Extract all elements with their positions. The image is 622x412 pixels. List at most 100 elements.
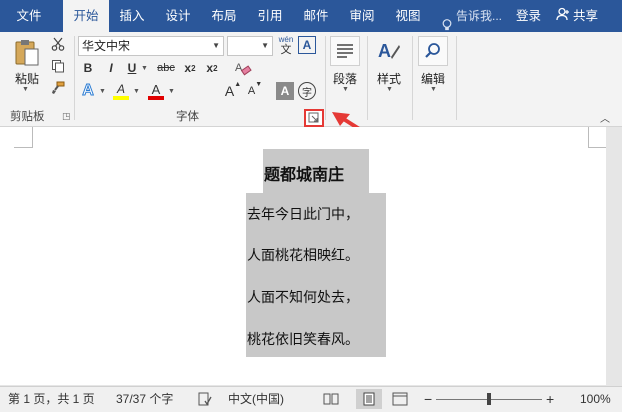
character-border-button[interactable]: A [298, 36, 316, 54]
font-name-value: 华文中宋 [82, 39, 131, 53]
subscript-x: x [184, 61, 192, 75]
paragraph-dropdown[interactable]: ▼ [342, 86, 349, 93]
tab-design[interactable]: 设计 [156, 0, 200, 32]
separator [456, 36, 457, 120]
vertical-scrollbar[interactable] [606, 127, 622, 385]
subscript-button[interactable]: x2 [181, 59, 199, 77]
phonetic-pinyin: wén [278, 35, 294, 44]
tab-file[interactable]: 文件 [6, 0, 52, 32]
zoom-in-button[interactable]: + [546, 387, 554, 411]
strikethrough-button[interactable]: abc [153, 59, 179, 77]
language-indicator[interactable]: 中文(中国) [228, 387, 284, 411]
shrink-font-button[interactable]: A ▼ [246, 81, 264, 101]
superscript-button[interactable]: x2 [203, 59, 221, 77]
down-caret-icon: ▼ [255, 81, 263, 88]
word-count[interactable]: 37/37 个字 [116, 387, 173, 411]
superscript-2: 2 [213, 63, 218, 73]
tell-me-text: 告诉我... [456, 9, 503, 23]
tab-insert[interactable]: 插入 [110, 0, 154, 32]
copy-button[interactable] [49, 57, 67, 75]
styles-button[interactable]: A [374, 36, 404, 66]
read-mode-icon[interactable] [323, 392, 339, 409]
editing-dropdown[interactable]: ▼ [430, 86, 437, 93]
enclose-characters-button[interactable]: 字 [298, 82, 316, 100]
text-effects-button[interactable]: A [79, 81, 97, 101]
format-painter-button[interactable] [49, 79, 67, 97]
subscript-2: 2 [191, 63, 196, 73]
search-icon [425, 43, 440, 58]
tab-layout[interactable]: 布局 [202, 0, 246, 32]
page-count[interactable]: 第 1 页，共 1 页 [8, 387, 95, 411]
proofing-icon[interactable] [198, 392, 212, 409]
chevron-down-icon: ▼ [261, 41, 269, 50]
grow-font-button[interactable]: A ▲ [224, 81, 242, 101]
tab-view[interactable]: 视图 [386, 0, 430, 32]
share-button[interactable]: 共享 [556, 0, 598, 32]
zoom-out-button[interactable]: − [424, 387, 432, 411]
enclose-characters-char: 字 [302, 87, 312, 99]
highlight-button[interactable]: A [111, 81, 131, 101]
clipboard-launcher[interactable]: ◳ [62, 111, 71, 122]
tab-references[interactable]: 引用 [248, 0, 292, 32]
text-effects-dropdown[interactable]: ▼ [99, 88, 106, 95]
poem-title: 题都城南庄 [264, 165, 345, 184]
phonetic-guide-button[interactable]: wén 文 [276, 35, 296, 57]
character-shading-button[interactable]: A [276, 82, 294, 100]
scissors-icon [51, 37, 65, 51]
person-icon [556, 1, 570, 33]
clipboard-icon [15, 40, 39, 66]
zoom-slider-thumb[interactable] [487, 393, 491, 405]
shrink-font-letter: A [247, 85, 256, 97]
phonetic-char: 文 [280, 44, 292, 56]
dialog-launcher-icon [308, 112, 319, 123]
paste-button[interactable] [8, 36, 46, 68]
underline-button[interactable]: U [123, 59, 141, 77]
bold-button[interactable]: B [79, 59, 97, 77]
character-border-letter: A [302, 38, 312, 52]
font-color-bar [148, 95, 164, 100]
share-label: 共享 [573, 9, 599, 23]
eraser-icon: A [235, 62, 252, 76]
tab-review[interactable]: 审阅 [340, 0, 384, 32]
clipboard-group-label: 剪贴板 [10, 111, 45, 123]
italic-button[interactable]: I [102, 59, 120, 77]
text-effects-letter: A [82, 82, 95, 100]
underline-dropdown[interactable]: ▼ [141, 65, 148, 72]
clear-formatting-button[interactable]: A [233, 58, 253, 78]
zoom-level[interactable]: 100% [580, 387, 611, 411]
collapse-ribbon-icon[interactable]: ︿ [600, 110, 610, 125]
paragraph-lines-icon [337, 44, 353, 58]
editing-label: 编辑 [420, 72, 445, 86]
document-canvas[interactable]: 题都城南庄 去年今日此门中， 人面桃花相映红。 人面不知何处去， 桃花依旧笑春风… [0, 127, 607, 385]
tab-home[interactable]: 开始 [63, 0, 109, 33]
paintbrush-icon [52, 81, 65, 94]
poem-line: 人面桃花相映红。 [247, 248, 359, 264]
print-layout-icon[interactable] [356, 389, 382, 409]
styles-dropdown[interactable]: ▼ [386, 86, 393, 93]
paragraph-label: 段落 [332, 72, 357, 86]
web-layout-icon[interactable] [392, 392, 408, 409]
styles-label: 样式 [376, 72, 401, 86]
font-size-select[interactable]: ▼ [227, 36, 273, 56]
lightbulb-icon [442, 11, 452, 30]
separator [412, 36, 413, 120]
tell-me-search[interactable]: 告诉我... [442, 0, 502, 32]
font-color-dropdown[interactable]: ▼ [168, 88, 175, 95]
tab-mailings[interactable]: 邮件 [294, 0, 338, 32]
paste-dropdown-arrow[interactable]: ▼ [22, 86, 29, 93]
font-color-letter: A [151, 81, 161, 97]
font-dialog-launcher[interactable] [304, 109, 324, 127]
editing-button[interactable] [418, 36, 448, 66]
highlight-color-bar [113, 95, 129, 100]
cut-button[interactable] [49, 35, 67, 53]
svg-text:A: A [235, 62, 243, 74]
highlight-dropdown[interactable]: ▼ [133, 88, 140, 95]
status-bar: 第 1 页，共 1 页 37/37 个字 中文(中国) − + 100% [0, 386, 622, 412]
font-name-select[interactable]: 华文中宋 ▼ [78, 36, 224, 56]
separator [74, 36, 75, 120]
font-color-button[interactable]: A [146, 81, 166, 101]
paragraph-button[interactable] [330, 36, 360, 66]
margin-marker-right [588, 127, 607, 148]
up-caret-icon: ▲ [234, 81, 242, 88]
sign-in-link[interactable]: 登录 [516, 0, 541, 32]
